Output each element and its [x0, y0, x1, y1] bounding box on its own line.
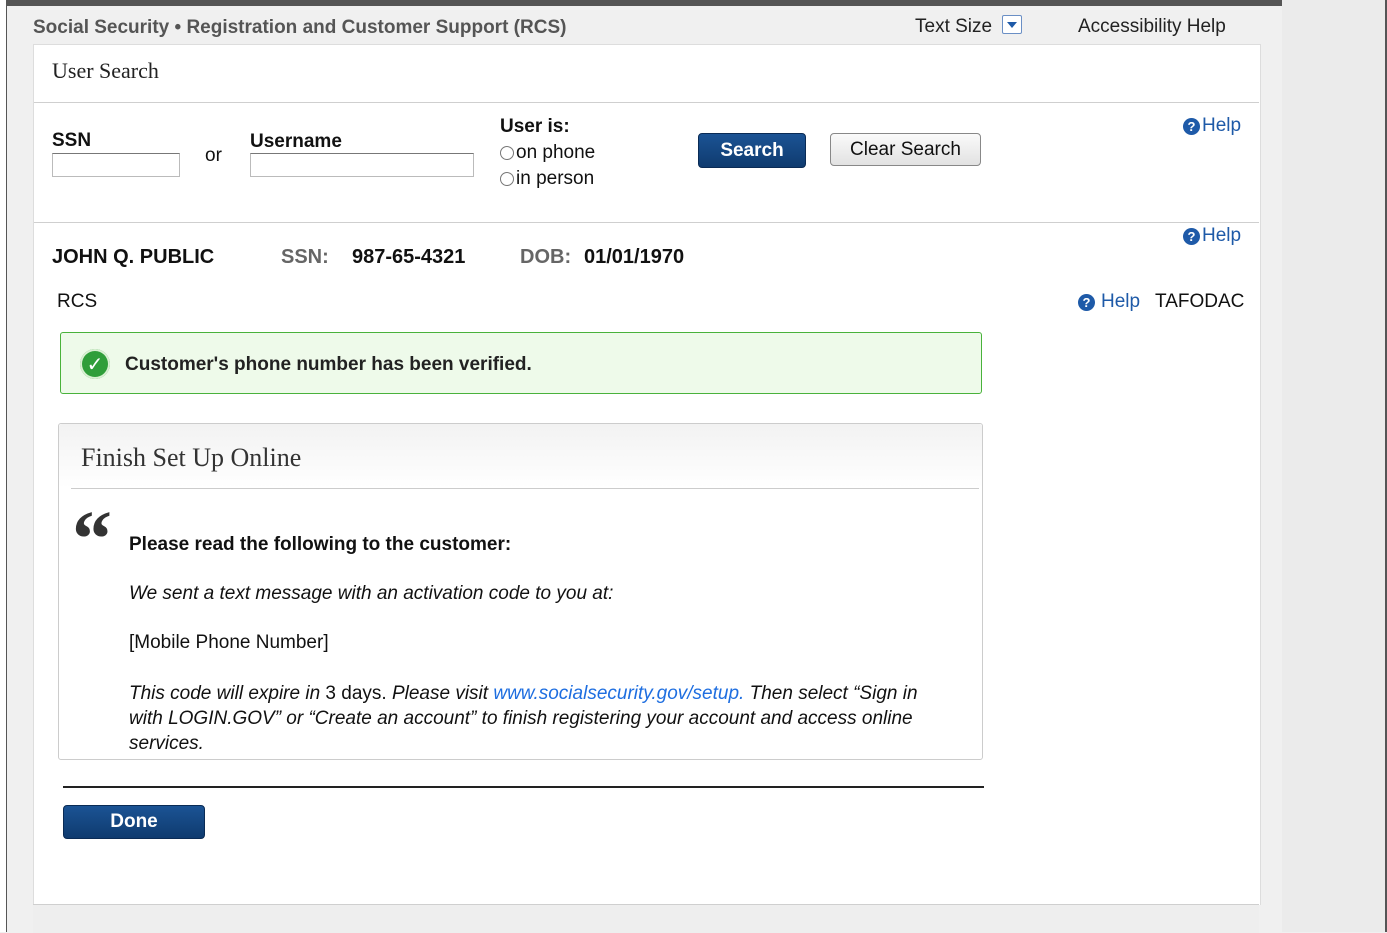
- username-label: Username: [250, 131, 342, 152]
- window-left-border: [0, 0, 7, 932]
- or-label: or: [205, 145, 222, 166]
- search-button[interactable]: Search: [698, 133, 806, 168]
- setup-link[interactable]: www.socialsecurity.gov/setup.: [493, 683, 744, 704]
- help-icon: ?: [1183, 227, 1200, 245]
- username-input[interactable]: [250, 153, 474, 177]
- radio-circle-icon[interactable]: [500, 146, 514, 160]
- radio-on-phone-label: on phone: [516, 142, 596, 163]
- visit-text: Please visit: [386, 683, 494, 704]
- customer-ssn-value: 987-65-4321: [352, 246, 466, 268]
- radio-in-person-label: in person: [516, 168, 595, 189]
- check-circle-icon: ✓: [80, 349, 110, 379]
- script-line-2: [Mobile Phone Number]: [129, 632, 329, 653]
- alert-message: Customer's phone number has been verifie…: [125, 354, 532, 375]
- radio-in-person[interactable]: in person: [500, 168, 594, 190]
- done-button[interactable]: Done: [63, 805, 205, 839]
- card-footer-bar: [33, 904, 1259, 933]
- text-size-control[interactable]: Text Size: [915, 14, 1023, 38]
- divider: [63, 786, 984, 788]
- customer-ssn-label: SSN:: [281, 246, 329, 268]
- expire-days: 3 days.: [325, 683, 387, 704]
- chevron-down-icon[interactable]: [1002, 14, 1023, 34]
- user-is-label: User is:: [500, 116, 570, 137]
- quote-icon: “: [72, 496, 112, 584]
- page-right-gutter: [1282, 0, 1387, 932]
- divider: [71, 488, 979, 489]
- text-size-label: Text Size: [915, 16, 993, 37]
- help-icon: ?: [1078, 293, 1095, 311]
- divider: [34, 222, 1259, 223]
- expire-text: This code will expire in: [129, 683, 326, 704]
- customer-dob-value: 01/01/1970: [584, 246, 685, 268]
- customer-dob-label: DOB:: [520, 246, 572, 268]
- help-label: Help: [1101, 291, 1141, 312]
- divider: [34, 102, 1259, 103]
- customer-help-link[interactable]: ? Help: [1183, 225, 1241, 247]
- panel-title: Finish Set Up Online: [81, 443, 302, 472]
- radio-on-phone[interactable]: on phone: [500, 142, 595, 164]
- script-line-3: This code will expire in 3 days. Please …: [129, 681, 949, 756]
- success-alert: ✓ Customer's phone number has been verif…: [60, 332, 982, 394]
- radio-circle-icon[interactable]: [500, 172, 514, 186]
- script-lead: Please read the following to the custome…: [129, 534, 512, 555]
- help-label: Help: [1202, 225, 1242, 246]
- ssn-input[interactable]: [52, 153, 180, 177]
- customer-name: JOHN Q. PUBLIC: [52, 246, 215, 268]
- finish-setup-panel: Finish Set Up Online “ Please read the f…: [58, 423, 983, 760]
- ssn-label: SSN: [52, 130, 92, 151]
- context-help-link[interactable]: ? Help: [1078, 291, 1140, 313]
- script-line-1: We sent a text message with an activatio…: [129, 583, 614, 604]
- app-title: Social Security • Registration and Custo…: [33, 17, 567, 38]
- accessibility-help-link[interactable]: Accessibility Help: [1078, 16, 1226, 38]
- help-icon: ?: [1183, 117, 1200, 135]
- card-title: User Search: [52, 58, 159, 83]
- context-code: TAFODAC: [1155, 291, 1245, 312]
- clear-search-button[interactable]: Clear Search: [830, 133, 981, 166]
- context-label: RCS: [57, 291, 98, 312]
- search-help-link[interactable]: ? Help: [1183, 115, 1241, 137]
- help-label: Help: [1202, 115, 1242, 136]
